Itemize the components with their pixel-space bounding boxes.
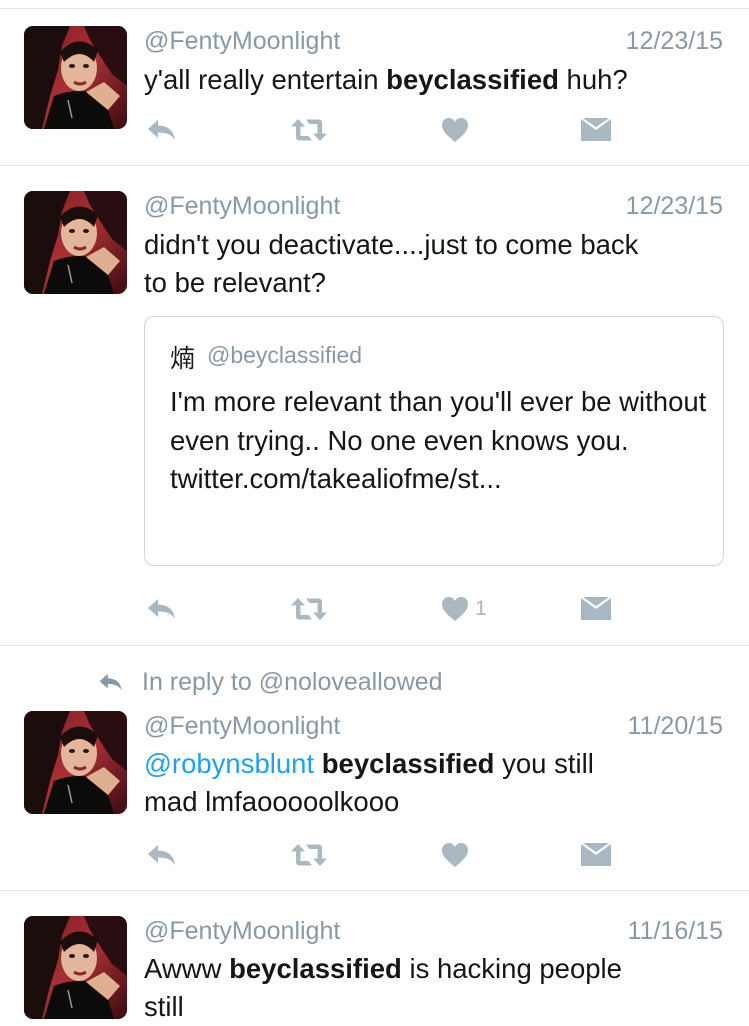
like-count: 1 xyxy=(475,597,487,620)
tweet-text: y'all really entertain beyclassified huh… xyxy=(144,61,729,99)
like-button[interactable] xyxy=(441,835,469,875)
tweet-text: didn't you deactivate....just to come ba… xyxy=(144,226,729,302)
heart-icon xyxy=(441,596,469,622)
text-segment: is hacking people xyxy=(401,953,622,984)
retweet-icon xyxy=(289,842,329,868)
dm-button[interactable] xyxy=(581,110,611,150)
reply-button[interactable] xyxy=(146,589,178,629)
text-line: still xyxy=(144,991,184,1022)
tweet-text: @robynsblunt beyclassified you still mad… xyxy=(144,745,729,821)
heart-icon xyxy=(441,842,469,868)
reply-icon xyxy=(146,597,178,621)
tweet-handle[interactable]: @FentyMoonlight xyxy=(144,27,340,56)
tweet-text: Awww beyclassified is hacking people sti… xyxy=(144,950,729,1026)
avatar[interactable] xyxy=(24,916,127,1019)
dm-button[interactable] xyxy=(581,835,611,875)
like-button[interactable] xyxy=(441,110,469,150)
text-line: @robynsblunt beyclassified you still xyxy=(144,745,729,783)
tweet-divider xyxy=(0,165,749,166)
like-button[interactable]: 1 xyxy=(441,589,487,629)
text-line: didn't you deactivate....just to come ba… xyxy=(144,229,639,260)
heart-icon xyxy=(441,117,469,143)
dm-button[interactable] xyxy=(581,589,611,629)
tweet-timestamp: 12/23/15 xyxy=(625,192,723,220)
in-reply-to-context[interactable]: In reply to @noloveallowed xyxy=(98,664,443,700)
avatar[interactable] xyxy=(24,711,127,814)
reply-icon xyxy=(146,118,178,142)
retweet-button[interactable] xyxy=(289,835,329,875)
quote-author-handle: @beyclassified xyxy=(207,342,363,368)
tweet-actions xyxy=(144,110,624,150)
text-segment: y'all really entertain xyxy=(144,64,387,95)
bold-segment: beyclassified xyxy=(321,748,495,779)
reply-button[interactable] xyxy=(146,110,178,150)
avatar[interactable] xyxy=(24,191,127,294)
text-segment: you still xyxy=(494,748,594,779)
retweet-icon xyxy=(289,117,329,143)
quoted-tweet[interactable]: 煵 @beyclassified I'm more relevant than … xyxy=(144,316,724,566)
reply-icon xyxy=(146,843,178,867)
avatar[interactable] xyxy=(24,26,127,129)
retweet-icon xyxy=(289,596,329,622)
text-line: to be relevant? xyxy=(144,267,326,298)
tweet-handle[interactable]: @FentyMoonlight xyxy=(144,192,340,221)
tweet-actions xyxy=(144,835,624,875)
text-segment: Awww xyxy=(144,953,230,984)
tweet-divider xyxy=(0,645,749,646)
mention-link[interactable]: @robynsblunt xyxy=(144,748,314,779)
in-reply-to-label: In reply to @noloveallowed xyxy=(142,667,443,696)
bold-segment: beyclassified xyxy=(229,953,402,984)
tweet-actions: 1 xyxy=(144,589,624,629)
envelope-icon xyxy=(581,843,611,867)
retweet-button[interactable] xyxy=(289,110,329,150)
envelope-icon xyxy=(581,597,611,621)
retweet-button[interactable] xyxy=(289,589,329,629)
reply-button[interactable] xyxy=(146,835,178,875)
quote-author-name: 煵 xyxy=(170,345,196,373)
tweet-timestamp: 11/20/15 xyxy=(627,712,723,740)
text-line: Awww beyclassified is hacking people xyxy=(144,950,729,988)
top-divider xyxy=(0,8,749,9)
tweet-divider xyxy=(0,890,749,891)
text-line: mad lmfaooooolkooo xyxy=(144,786,400,817)
reply-arrow-icon xyxy=(99,673,122,691)
envelope-icon xyxy=(581,118,611,142)
text-segment: huh? xyxy=(558,64,628,95)
tweet-handle[interactable]: @FentyMoonlight xyxy=(144,712,340,741)
bold-segment: beyclassified xyxy=(386,64,559,95)
quote-text: I'm more relevant than you'll ever be wi… xyxy=(170,386,707,494)
tweet-timestamp: 11/16/15 xyxy=(627,917,723,945)
tweet-handle[interactable]: @FentyMoonlight xyxy=(144,917,340,946)
tweet-timestamp: 12/23/15 xyxy=(625,27,723,55)
